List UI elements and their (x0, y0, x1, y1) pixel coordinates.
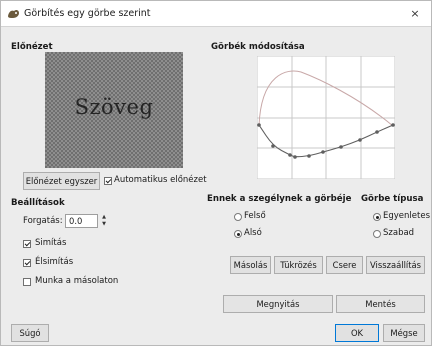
curve-bend-dialog: Görbítés egy görbe szerint × Előnézet Sz… (0, 0, 432, 346)
preview-sample-text: Szöveg (74, 95, 154, 119)
reset-button[interactable]: Visszaállítás (366, 256, 425, 274)
upper-edge-radio[interactable] (234, 213, 242, 221)
curve-control-point[interactable] (339, 145, 343, 149)
curve-control-point[interactable] (293, 155, 297, 159)
open-button[interactable]: Megnyitás (223, 295, 333, 313)
antialias-checkbox[interactable] (23, 259, 31, 267)
work-on-copy-checkbox[interactable] (23, 278, 31, 286)
smooth-type-radio[interactable] (373, 213, 381, 221)
smoothing-checkbox[interactable] (23, 240, 31, 248)
help-button[interactable]: Súgó (11, 324, 49, 342)
copy-button[interactable]: Másolás (230, 256, 271, 274)
upper-edge-label: Felső (244, 211, 266, 221)
window-title: Görbítés egy görbe szerint (24, 8, 151, 19)
curve-control-point[interactable] (307, 154, 311, 158)
preview-canvas: Szöveg (45, 52, 183, 168)
curve-editor[interactable] (256, 55, 396, 180)
cancel-button[interactable]: Mégse (383, 324, 425, 342)
curve-editor-canvas[interactable] (256, 55, 396, 180)
free-type-label: Szabad (383, 228, 415, 238)
save-button[interactable]: Mentés (336, 295, 425, 313)
curve-control-point[interactable] (257, 123, 261, 127)
lower-edge-radio[interactable] (234, 230, 242, 238)
curve-control-point[interactable] (375, 130, 379, 134)
preview-once-button[interactable]: Előnézet egyszer (23, 172, 100, 190)
curves-heading: Görbék módosítása (211, 42, 305, 52)
rotation-label: Forgatás: (23, 216, 63, 226)
curve-control-point[interactable] (358, 138, 362, 142)
free-type-radio[interactable] (373, 230, 381, 238)
curve-type-heading: Görbe típusa (361, 194, 424, 204)
auto-preview-checkbox[interactable] (104, 177, 112, 185)
smooth-type-label: Egyenletes (383, 211, 430, 221)
close-button[interactable]: × (405, 4, 425, 24)
preview-heading: Előnézet (11, 42, 53, 52)
gimp-app-icon (8, 9, 19, 18)
curve-control-point[interactable] (321, 150, 325, 154)
curve-control-point[interactable] (288, 153, 292, 157)
title-bar: Görbítés egy görbe szerint × (1, 1, 431, 27)
lower-edge-label: Alsó (244, 228, 262, 238)
rotation-input[interactable]: 0.0 (65, 214, 98, 228)
curve-grid (256, 55, 396, 180)
curve-control-point[interactable] (391, 123, 395, 127)
antialias-label: Élsimítás (35, 257, 74, 267)
settings-heading: Beállítások (11, 198, 65, 208)
swap-button[interactable]: Csere (326, 256, 363, 274)
auto-preview-label: Automatikus előnézet (114, 175, 207, 185)
curve-control-point[interactable] (271, 144, 275, 148)
work-on-copy-label: Munka a másolaton (35, 276, 119, 286)
edge-heading: Ennek a szegélynek a görbéje (207, 194, 352, 204)
smoothing-label: Simítás (35, 238, 67, 248)
mirror-button[interactable]: Tükrözés (274, 256, 323, 274)
rotation-stepper[interactable]: ▲ ▼ (100, 214, 108, 228)
ok-button[interactable]: OK (335, 324, 379, 342)
